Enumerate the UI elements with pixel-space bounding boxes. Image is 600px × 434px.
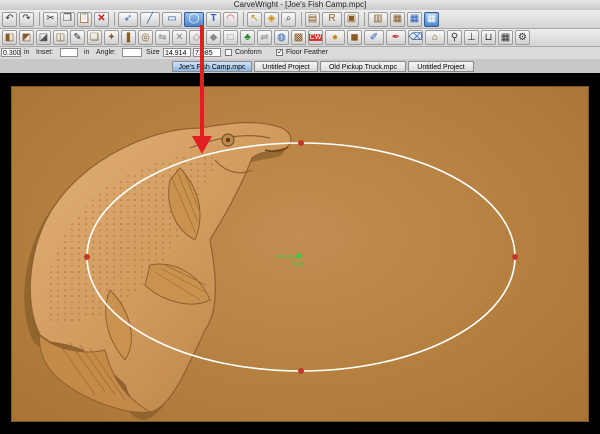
resize-handle-left[interactable] — [84, 254, 90, 260]
resize-handle-right[interactable] — [512, 254, 518, 260]
resize-handle-top[interactable] — [298, 140, 304, 146]
center-readout-coords: x.xxx y.yyy — [275, 254, 299, 260]
center-readout-value: 0.000 — [292, 262, 305, 268]
fish-relief[interactable] — [24, 121, 292, 420]
canvas-overlay — [24, 25, 518, 420]
resize-handle-bottom[interactable] — [298, 368, 304, 374]
